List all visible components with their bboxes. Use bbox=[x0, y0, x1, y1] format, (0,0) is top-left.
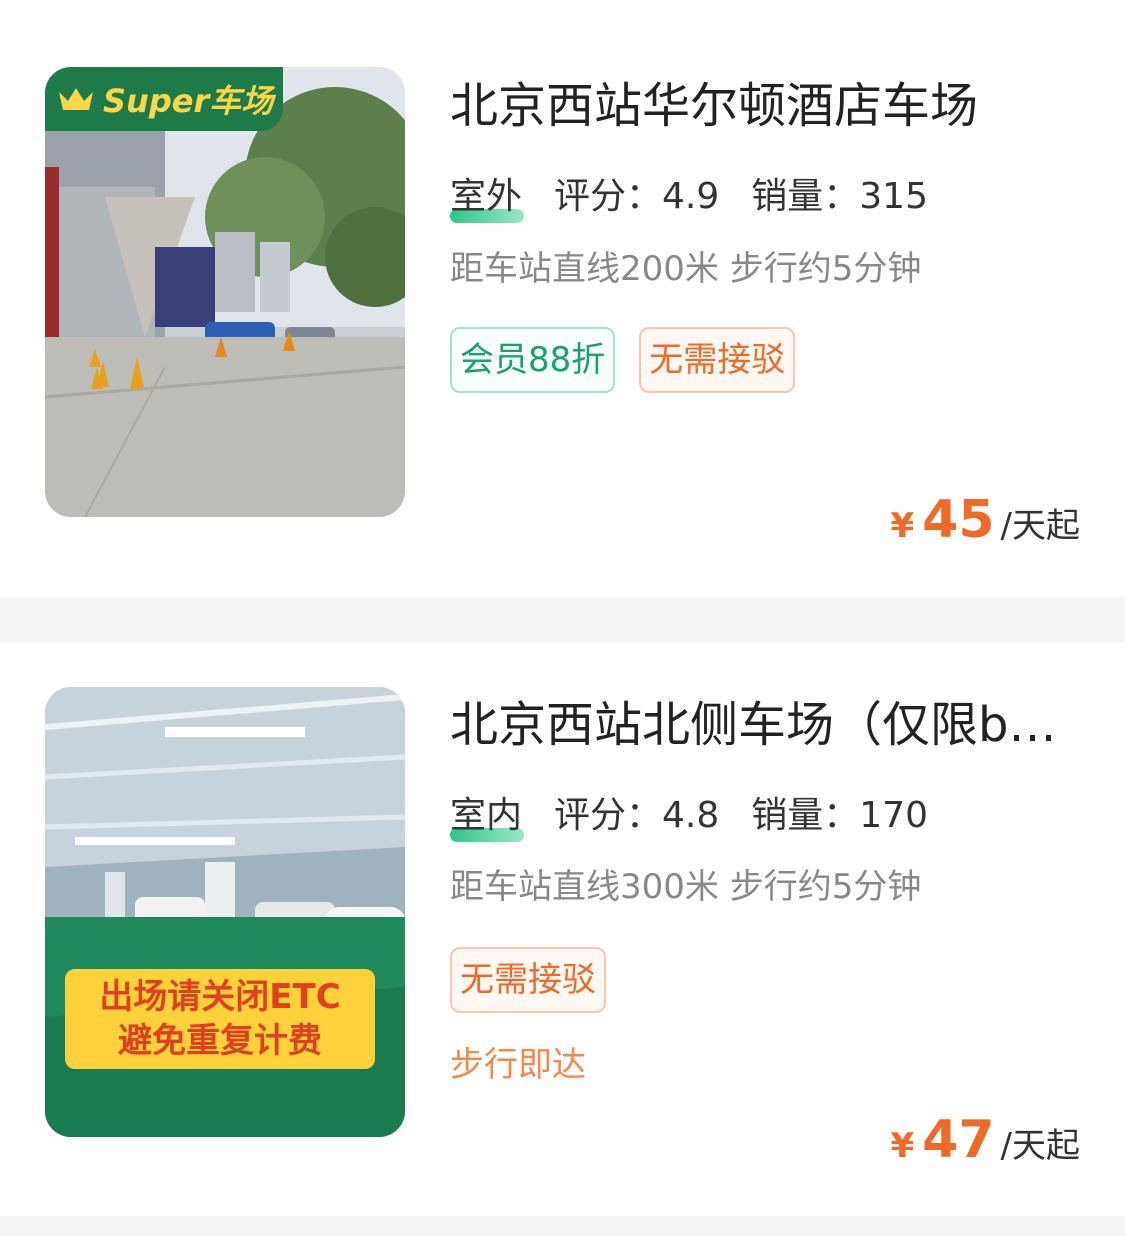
tag-list: 无需接驳 bbox=[450, 947, 606, 1013]
list-divider bbox=[0, 1216, 1125, 1236]
parking-lot-photo[interactable]: 出场请关闭ETC 避免重复计费 bbox=[45, 687, 405, 1137]
crown-icon bbox=[59, 88, 93, 110]
etc-notice: 出场请关闭ETC 避免重复计费 bbox=[65, 969, 375, 1069]
distance-info: 距车站直线200米 步行约5分钟 bbox=[450, 249, 922, 289]
super-lot-badge: Super车场 bbox=[45, 67, 283, 131]
price-value: 45 bbox=[922, 490, 995, 550]
currency-symbol: ¥ bbox=[890, 1126, 915, 1166]
listing-meta: 室外 评分：4.9 销量：315 bbox=[450, 173, 960, 223]
no-shuttle-tag: 无需接驳 bbox=[639, 327, 796, 393]
no-shuttle-tag: 无需接驳 bbox=[450, 947, 606, 1013]
price: ¥ 45 /天起 bbox=[890, 490, 1080, 550]
parking-listing-card[interactable]: Super车场 北京西站华尔顿酒店车场 室外 评分：4.9 销量：315 距车站… bbox=[0, 0, 1125, 597]
outdoor-lot-image bbox=[45, 67, 405, 517]
sales-count: 销量：315 bbox=[751, 176, 928, 217]
etc-notice-line: 出场请关闭ETC bbox=[99, 977, 341, 1017]
rating: 评分：4.8 bbox=[554, 795, 720, 836]
price-value: 47 bbox=[922, 1110, 995, 1170]
indoor-lot-image bbox=[45, 687, 405, 1137]
distance-info: 距车站直线300米 步行约5分钟 bbox=[450, 867, 922, 907]
sales-count: 销量：170 bbox=[751, 795, 928, 836]
tag-list: 会员88折 无需接驳 bbox=[450, 327, 796, 393]
price-unit: /天起 bbox=[1000, 506, 1080, 546]
lot-type: 室外 bbox=[450, 173, 525, 223]
listing-title[interactable]: 北京西站华尔顿酒店车场 bbox=[450, 76, 1060, 136]
parking-lot-photo[interactable]: Super车场 bbox=[45, 67, 405, 517]
price: ¥ 47 /天起 bbox=[890, 1110, 1080, 1170]
parking-listing-card[interactable]: 出场请关闭ETC 避免重复计费 北京西站北侧车场（仅限b… 室内 评分：4.8 … bbox=[0, 642, 1125, 1216]
badge-label: Super车场 bbox=[103, 82, 274, 120]
lot-type: 室内 bbox=[450, 792, 525, 842]
price-unit: /天起 bbox=[1000, 1126, 1080, 1166]
currency-symbol: ¥ bbox=[890, 506, 915, 546]
member-discount-tag: 会员88折 bbox=[450, 327, 616, 393]
listing-meta: 室内 评分：4.8 销量：170 bbox=[450, 792, 960, 842]
listing-title[interactable]: 北京西站北侧车场（仅限b… bbox=[450, 695, 1060, 755]
walk-note: 步行即达 bbox=[450, 1045, 586, 1085]
rating: 评分：4.9 bbox=[554, 176, 720, 217]
etc-notice-line: 避免重复计费 bbox=[118, 1021, 322, 1061]
